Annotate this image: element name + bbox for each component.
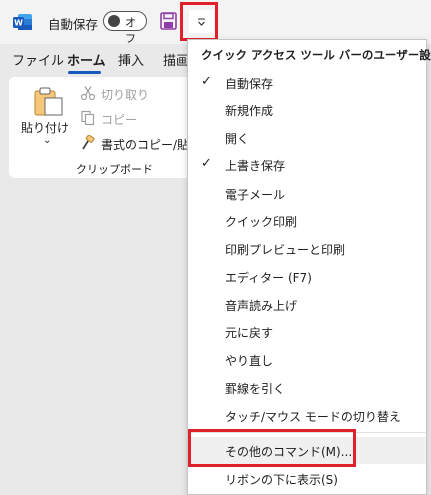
word-logo-icon[interactable]: W [13, 13, 33, 31]
checkmark-icon: ✓ [201, 74, 212, 89]
autosave-toggle[interactable]: オフ [103, 11, 147, 45]
tab-draw[interactable]: 描画 [163, 50, 189, 69]
menu-item-label: 開く [225, 132, 250, 146]
menu-item-label: 罫線を引く [225, 382, 286, 396]
copy-label: コピー [101, 113, 138, 127]
paste-icon[interactable] [32, 87, 66, 117]
menu-item-label: エディター (F7) [225, 271, 312, 285]
highlight-box-qat [180, 2, 218, 41]
menu-item-label: 電子メール [225, 188, 286, 202]
save-icon[interactable] [160, 12, 177, 30]
menu-item-draw-table[interactable]: 罫線を引く [188, 374, 426, 401]
menu-item-show-below-ribbon[interactable]: リボンの下に表示(S) [188, 465, 426, 492]
copy-icon [81, 110, 95, 126]
menu-item-touch-mouse-mode[interactable]: タッチ/マウス モードの切り替え [188, 402, 426, 429]
highlight-box-more-commands [188, 429, 356, 467]
menu-item-label: タッチ/マウス モードの切り替え [225, 410, 401, 424]
paste-button-label[interactable]: 貼り付け [21, 119, 69, 136]
tab-insert[interactable]: 挿入 [118, 50, 144, 69]
autosave-label: 自動保存 [48, 17, 99, 32]
menu-item-save[interactable]: ✓ 上書き保存 [188, 151, 426, 178]
menu-item-undo[interactable]: 元に戻す [188, 318, 426, 345]
menu-item-print-preview[interactable]: 印刷プレビューと印刷 [188, 235, 426, 262]
menu-item-label: 元に戻す [225, 326, 274, 340]
menu-item-email[interactable]: 電子メール [188, 180, 426, 207]
svg-text:W: W [14, 19, 23, 28]
cut-label: 切り取り [101, 88, 150, 102]
menu-item-label: クイック印刷 [225, 215, 298, 229]
toggle-knob [108, 15, 120, 27]
paste-options-chevron-icon[interactable]: ⌄ [43, 135, 51, 146]
checkmark-icon: ✓ [201, 156, 212, 171]
menu-header: クイック アクセス ツール バーのユーザー設定 [201, 48, 431, 62]
menu-item-label: 上書き保存 [225, 159, 286, 173]
active-tab-indicator [68, 71, 101, 74]
menu-item-label: 新規作成 [225, 104, 274, 118]
qat-customize-menu: クイック アクセス ツール バーのユーザー設定 ✓ 自動保存 新規作成 開く ✓… [187, 39, 431, 495]
scissors-icon [80, 86, 96, 101]
menu-item-open[interactable]: 開く [188, 124, 426, 151]
menu-item-label: リボンの下に表示(S) [225, 473, 338, 487]
menu-item-new[interactable]: 新規作成 [188, 96, 426, 123]
paintbrush-icon [82, 135, 95, 150]
menu-item-label: やり直し [225, 354, 274, 368]
clipboard-group: 貼り付け ⌄ 切り取り コピー 書式のコピー/貼り付 クリップボード [9, 77, 213, 178]
menu-item-label: 印刷プレビューと印刷 [225, 243, 346, 257]
menu-item-quick-print[interactable]: クイック印刷 [188, 207, 426, 234]
menu-item-label: 自動保存 [225, 77, 274, 91]
tab-file[interactable]: ファイル [12, 50, 64, 69]
menu-item-read-aloud[interactable]: 音声読み上げ [188, 291, 426, 318]
menu-item-label: 音声読み上げ [225, 299, 298, 313]
menu-item-editor[interactable]: エディター (F7) [188, 263, 426, 290]
autosave-state: オフ [125, 16, 136, 45]
tab-home[interactable]: ホーム [67, 50, 106, 69]
menu-item-redo[interactable]: やり直し [188, 346, 426, 373]
menu-item-autosave[interactable]: ✓ 自動保存 [188, 69, 426, 96]
clipboard-group-label: クリップボード [76, 163, 153, 176]
